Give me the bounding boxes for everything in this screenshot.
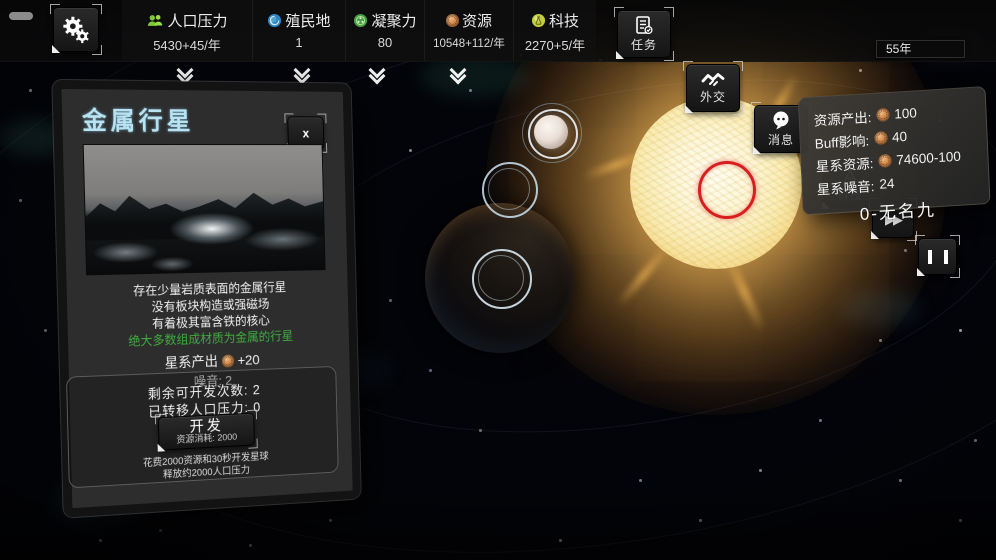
menu-button-label: 消息 — [768, 131, 794, 148]
output-label: 星系产出 — [164, 351, 218, 373]
stat-value: 1 — [295, 35, 302, 50]
pause-button[interactable] — [918, 238, 957, 275]
row-value: 24 — [879, 176, 895, 192]
tech-flask-icon — [531, 13, 546, 28]
stat-label: 凝聚力 — [371, 10, 416, 31]
stat-value: 5430+45/年 — [153, 35, 221, 54]
develop-cost-label: 资源消耗: — [176, 433, 215, 446]
menu-button-label: 任务 — [631, 36, 657, 53]
system-info-panel: 资源产出: 100 Buff影响: 40 星系资源: 74600-100 星系噪… — [798, 86, 991, 215]
planet-info-panel: 金属行星 x 存在少量岩质表面的金属行星 没有板块构造或强磁场 有着极其富含铁的… — [52, 80, 361, 518]
chevron-down-icon[interactable] — [175, 64, 195, 82]
stat-value: 10548+112/年 — [433, 35, 505, 51]
resource-coin-icon — [221, 354, 233, 367]
gear-icon — [61, 15, 91, 45]
selected-target-ring[interactable] — [698, 161, 756, 219]
cohesion-icon — [353, 13, 368, 28]
planet-description: 存在少量岩质表面的金属行星 没有板块构造或强磁场 有着极其富含铁的核心 绝大多数… — [67, 278, 349, 353]
game-year-display: 55年 — [876, 40, 965, 58]
stat-label: 科技 — [549, 10, 579, 31]
chevron-down-icon[interactable] — [292, 64, 312, 82]
settings-button[interactable] — [53, 7, 99, 52]
resource-stats-bar: 人口压力 5430+45/年 殖民地 1 — [122, 0, 596, 61]
resource-coin-icon — [876, 108, 890, 122]
develop-button[interactable]: 开发 资源消耗: 2000 — [158, 413, 255, 451]
row-label: Buff影响: — [814, 129, 869, 152]
top-bar: 人口压力 5430+45/年 殖民地 1 — [0, 0, 996, 62]
water-glow — [85, 201, 324, 274]
chat-bubble-icon — [771, 110, 791, 130]
planet-title: 金属行星 — [82, 101, 195, 137]
stat-label: 殖民地 — [285, 10, 330, 31]
pause-icon — [928, 250, 948, 264]
colony-swirl-icon — [267, 13, 282, 28]
row-value: 100 — [894, 105, 917, 121]
top-left-tab-handle[interactable] — [9, 12, 33, 20]
row-label: 资源产出: — [813, 106, 872, 130]
stat-cohesion[interactable]: 凝聚力 80 — [345, 0, 424, 61]
stat-resources[interactable]: 资源 10548+112/年 — [424, 0, 513, 61]
stat-label: 资源 — [462, 10, 492, 31]
close-icon: x — [302, 126, 309, 140]
stat-tech[interactable]: 科技 2270+5/年 — [513, 0, 596, 61]
chevron-down-icon[interactable] — [448, 64, 468, 82]
stat-population-pressure[interactable]: 人口压力 5430+45/年 — [122, 0, 252, 61]
planet-ring-inner — [488, 168, 530, 210]
stat-value: 80 — [378, 35, 392, 50]
menu-button-label: 外交 — [700, 88, 726, 105]
row-label: 星系资源: — [815, 152, 874, 176]
task-list-icon — [634, 15, 654, 35]
missions-button[interactable]: 任务 — [617, 10, 671, 58]
develop-cost-value: 2000 — [217, 432, 237, 444]
game-screen: 人口压力 5430+45/年 殖民地 1 — [0, 0, 996, 560]
development-section: 剩余可开发次数: 2 已转移人口压力: 0 开发 资源消耗: 2000 花费20… — [66, 366, 339, 489]
develop-cost: 资源消耗: 2000 — [176, 432, 237, 446]
resource-coin-icon — [878, 154, 892, 168]
resource-coin-icon — [874, 131, 888, 145]
stat-colonies[interactable]: 殖民地 1 — [252, 0, 345, 61]
resource-coin-icon — [446, 14, 459, 27]
small-moon-planet[interactable] — [534, 115, 568, 149]
stat-label: 人口压力 — [167, 10, 227, 31]
row-value: 74600-100 — [896, 149, 961, 168]
planet-surface-image — [83, 144, 326, 275]
stat-value: 2270+5/年 — [525, 35, 585, 54]
diplomacy-button[interactable]: 外交 — [686, 64, 740, 112]
chevron-down-icon[interactable] — [367, 64, 387, 82]
people-icon — [146, 13, 164, 28]
planet-ring-inner — [478, 255, 524, 301]
row-label: 星系噪音: — [816, 175, 875, 199]
row-value: 40 — [892, 129, 908, 145]
output-value: +20 — [237, 352, 259, 368]
handshake-icon — [701, 71, 725, 87]
